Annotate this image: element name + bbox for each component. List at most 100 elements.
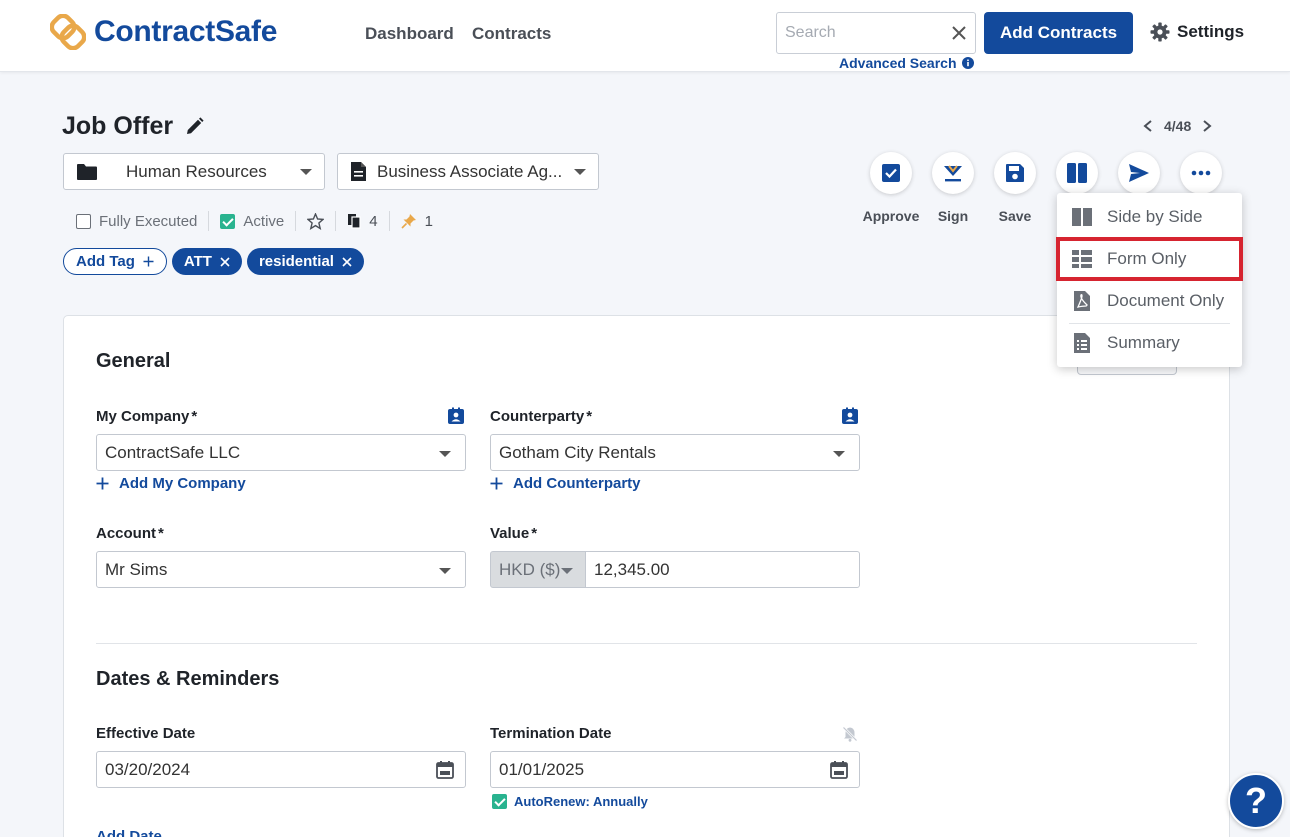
sign-action[interactable]: Sign: [923, 152, 983, 224]
send-icon: [1129, 164, 1149, 182]
help-button[interactable]: ?: [1228, 773, 1284, 829]
add-date-link[interactable]: Add Date: [96, 828, 162, 837]
pin-icon: [401, 214, 416, 229]
menu-item-summary[interactable]: Summary: [1057, 322, 1242, 364]
file-count: 4: [369, 212, 378, 230]
add-my-company-link[interactable]: Add My Company: [96, 475, 246, 492]
menu-item-form-only[interactable]: Form Only: [1056, 237, 1243, 281]
chevron-left-icon[interactable]: [1142, 119, 1154, 133]
contract-pager: 4/48: [1142, 118, 1213, 134]
menu-item-document-only[interactable]: Document Only: [1057, 280, 1242, 322]
termination-date-value: 01/01/2025: [499, 759, 585, 779]
contract-type-select[interactable]: Business Associate Ag...: [337, 153, 599, 190]
save-button[interactable]: [994, 152, 1036, 194]
required-marker: *: [191, 408, 198, 425]
add-tag-button[interactable]: Add Tag: [63, 248, 167, 275]
brand-logo[interactable]: ContractSafe: [50, 14, 277, 50]
value-label-text: Value: [490, 525, 530, 542]
autorenew-checkbox[interactable]: [492, 794, 507, 809]
approve-label: Approve: [862, 208, 920, 224]
general-section-title: General: [96, 350, 171, 372]
fully-executed-checkbox[interactable]: [76, 213, 91, 229]
remove-tag-icon[interactable]: [342, 256, 352, 267]
add-counterparty-label: Add Counterparty: [513, 475, 641, 492]
menu-item-label: Side by Side: [1107, 207, 1203, 226]
counterparty-label-text: Counterparty: [490, 408, 585, 425]
add-contracts-button[interactable]: Add Contracts: [984, 12, 1133, 54]
chevron-right-icon[interactable]: [1201, 119, 1213, 133]
effective-date-value: 03/20/2024: [105, 759, 191, 779]
plus-icon: [143, 256, 154, 267]
nav-dashboard[interactable]: Dashboard: [365, 24, 454, 44]
menu-item-side-by-side[interactable]: Side by Side: [1057, 196, 1242, 238]
tag-label: ATT: [183, 253, 212, 270]
star-icon[interactable]: [307, 212, 325, 230]
tag-chip[interactable]: residential: [246, 248, 364, 275]
settings-button[interactable]: Settings: [1150, 22, 1244, 42]
plus-icon: [96, 477, 109, 490]
grid-icon: [1072, 250, 1092, 268]
dates-section-title: Dates & Reminders: [96, 668, 280, 690]
clear-search-icon[interactable]: [951, 25, 967, 41]
active-checkbox[interactable]: [220, 213, 236, 229]
send-button[interactable]: [1118, 152, 1160, 194]
approve-button[interactable]: [870, 152, 912, 194]
more-action[interactable]: [1171, 152, 1231, 194]
effective-date-input[interactable]: 03/20/2024: [96, 751, 466, 788]
calendar-icon[interactable]: [435, 760, 455, 780]
bell-off-icon[interactable]: [842, 726, 858, 742]
section-divider: [96, 643, 1197, 644]
termination-date-input[interactable]: 01/01/2025: [490, 751, 860, 788]
folder-icon: [77, 163, 97, 180]
split-view-icon: [1072, 208, 1092, 226]
checkbox-checked-icon: [882, 164, 900, 182]
my-company-label: My Company *: [96, 408, 197, 425]
chevron-down-icon: [833, 451, 845, 457]
chevron-down-icon: [439, 568, 451, 574]
contact-card-icon[interactable]: [447, 407, 465, 425]
tag-chip[interactable]: ATT: [171, 248, 242, 275]
floppy-disk-icon: [1006, 164, 1024, 182]
calendar-icon[interactable]: [829, 760, 849, 780]
autorenew-option[interactable]: AutoRenew: Annually: [492, 794, 648, 809]
required-marker: *: [586, 408, 593, 425]
sign-button[interactable]: [932, 152, 974, 194]
more-horizontal-icon: [1191, 170, 1211, 176]
plus-icon: [490, 477, 503, 490]
pager-position: 4/48: [1164, 118, 1192, 134]
required-marker: *: [531, 525, 538, 542]
folder-select[interactable]: Human Resources: [63, 153, 325, 190]
currency-select[interactable]: HKD ($): [490, 551, 586, 588]
status-row: Fully Executed Active 4 1: [76, 211, 433, 231]
approve-action[interactable]: Approve: [861, 152, 921, 224]
account-select[interactable]: Mr Sims: [96, 551, 466, 588]
menu-item-label: Summary: [1107, 333, 1180, 352]
document-icon: [351, 162, 366, 181]
menu-item-label: Document Only: [1107, 291, 1225, 310]
amount-input[interactable]: 12,345.00: [585, 551, 860, 588]
save-action[interactable]: Save: [985, 152, 1045, 224]
my-company-select[interactable]: ContractSafe LLC: [96, 434, 466, 471]
chevron-down-icon: [574, 169, 586, 175]
amount-value: 12,345.00: [594, 559, 670, 579]
add-my-company-label: Add My Company: [119, 475, 246, 492]
nav-contracts[interactable]: Contracts: [472, 24, 551, 44]
advanced-search-link[interactable]: Advanced Search: [839, 55, 974, 71]
account-label-text: Account: [96, 525, 156, 542]
contact-card-icon[interactable]: [841, 407, 859, 425]
my-company-value: ContractSafe LLC: [105, 442, 241, 462]
termination-date-label: Termination Date: [490, 725, 612, 742]
add-counterparty-link[interactable]: Add Counterparty: [490, 475, 641, 492]
currency-value: HKD ($): [499, 559, 561, 579]
view-mode-button[interactable]: [1056, 152, 1098, 194]
search-input[interactable]: [785, 24, 935, 42]
send-action[interactable]: [1109, 152, 1169, 194]
sign-icon: [944, 165, 962, 182]
divider: [295, 211, 297, 231]
remove-tag-icon[interactable]: [220, 256, 230, 267]
more-options-button[interactable]: [1180, 152, 1222, 194]
pencil-edit-icon[interactable]: [185, 117, 204, 136]
view-mode-action[interactable]: [1047, 152, 1107, 194]
counterparty-select[interactable]: Gotham City Rentals: [490, 434, 860, 471]
menu-item-label: Form Only: [1107, 249, 1187, 268]
